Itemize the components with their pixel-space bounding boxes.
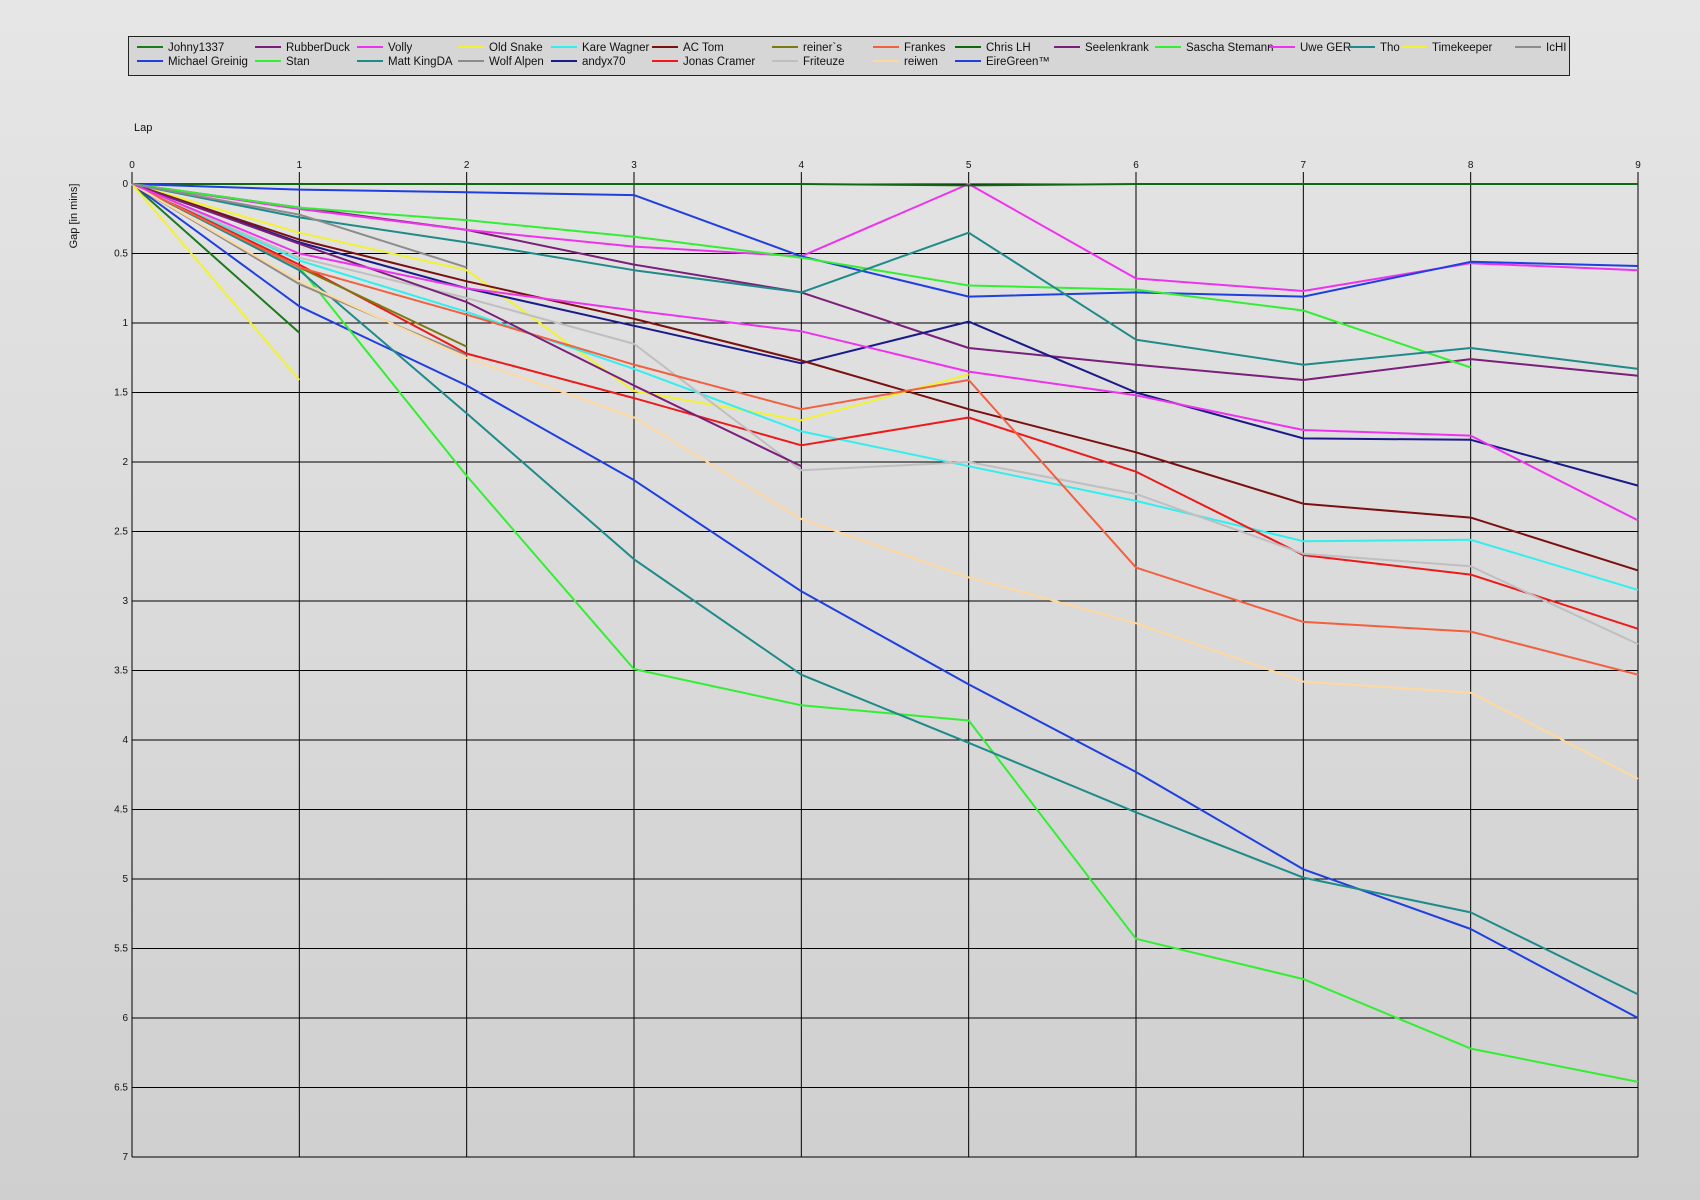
y-axis-title: Gap [in mins] bbox=[68, 184, 80, 249]
y-tick-label: 6 bbox=[122, 1013, 128, 1024]
x-tick-label: 5 bbox=[966, 160, 972, 171]
series-line-eiregreen- bbox=[131, 183, 1639, 298]
y-tick-label: 1 bbox=[122, 318, 128, 329]
y-tick-label: 5.5 bbox=[114, 944, 128, 955]
x-tick-label: 4 bbox=[799, 160, 805, 171]
y-tick-label: 4.5 bbox=[114, 805, 128, 816]
x-tick-label: 8 bbox=[1468, 160, 1474, 171]
series-line-matt-kingda bbox=[131, 183, 1639, 996]
line-chart: 00.511.522.533.544.555.566.570 1 2 3 4 5 6 7 8 9 … bbox=[68, 122, 1641, 1163]
y-tick-label: 0 bbox=[122, 179, 128, 190]
x-tick-label: 6 bbox=[1133, 160, 1139, 171]
x-tick-label: 3 bbox=[631, 160, 637, 171]
y-tick-label: 3.5 bbox=[114, 666, 128, 677]
y-tick-label: 1.5 bbox=[114, 388, 128, 399]
series-line-stan bbox=[131, 183, 1639, 1083]
series-lines bbox=[131, 183, 1639, 1083]
series-line-chris-lh bbox=[132, 183, 1638, 187]
y-tick-label: 7 bbox=[122, 1152, 128, 1163]
x-tick-label: 1 bbox=[297, 160, 303, 171]
x-tick-label: 0 bbox=[129, 160, 135, 171]
series-line-old-snake bbox=[131, 183, 969, 422]
x-tick-label: 7 bbox=[1301, 160, 1307, 171]
y-tick-label: 6.5 bbox=[114, 1083, 128, 1094]
series-line-ac-tom bbox=[131, 183, 1639, 572]
y-tick-label: 5 bbox=[122, 874, 128, 885]
y-tick-label: 3 bbox=[122, 596, 128, 607]
x-axis-title: Lap bbox=[134, 122, 152, 134]
x-tick-label: 2 bbox=[464, 160, 470, 171]
axes: 0 0.5 1 1.5 2 2.5 3 3.5 4 4.5 5 5.5 6 6.5 7 0 1 2 3 4 5 6 7 8 9 bbox=[114, 160, 1641, 1163]
y-tick-label: 2.5 bbox=[114, 527, 128, 538]
y-tick-label: 2 bbox=[122, 457, 128, 468]
series-line-uwe-ger bbox=[131, 183, 1639, 522]
x-tick-label: 9 bbox=[1635, 160, 1641, 171]
y-tick-label: 4 bbox=[122, 735, 128, 746]
y-tick-label: 0.5 bbox=[114, 249, 128, 260]
